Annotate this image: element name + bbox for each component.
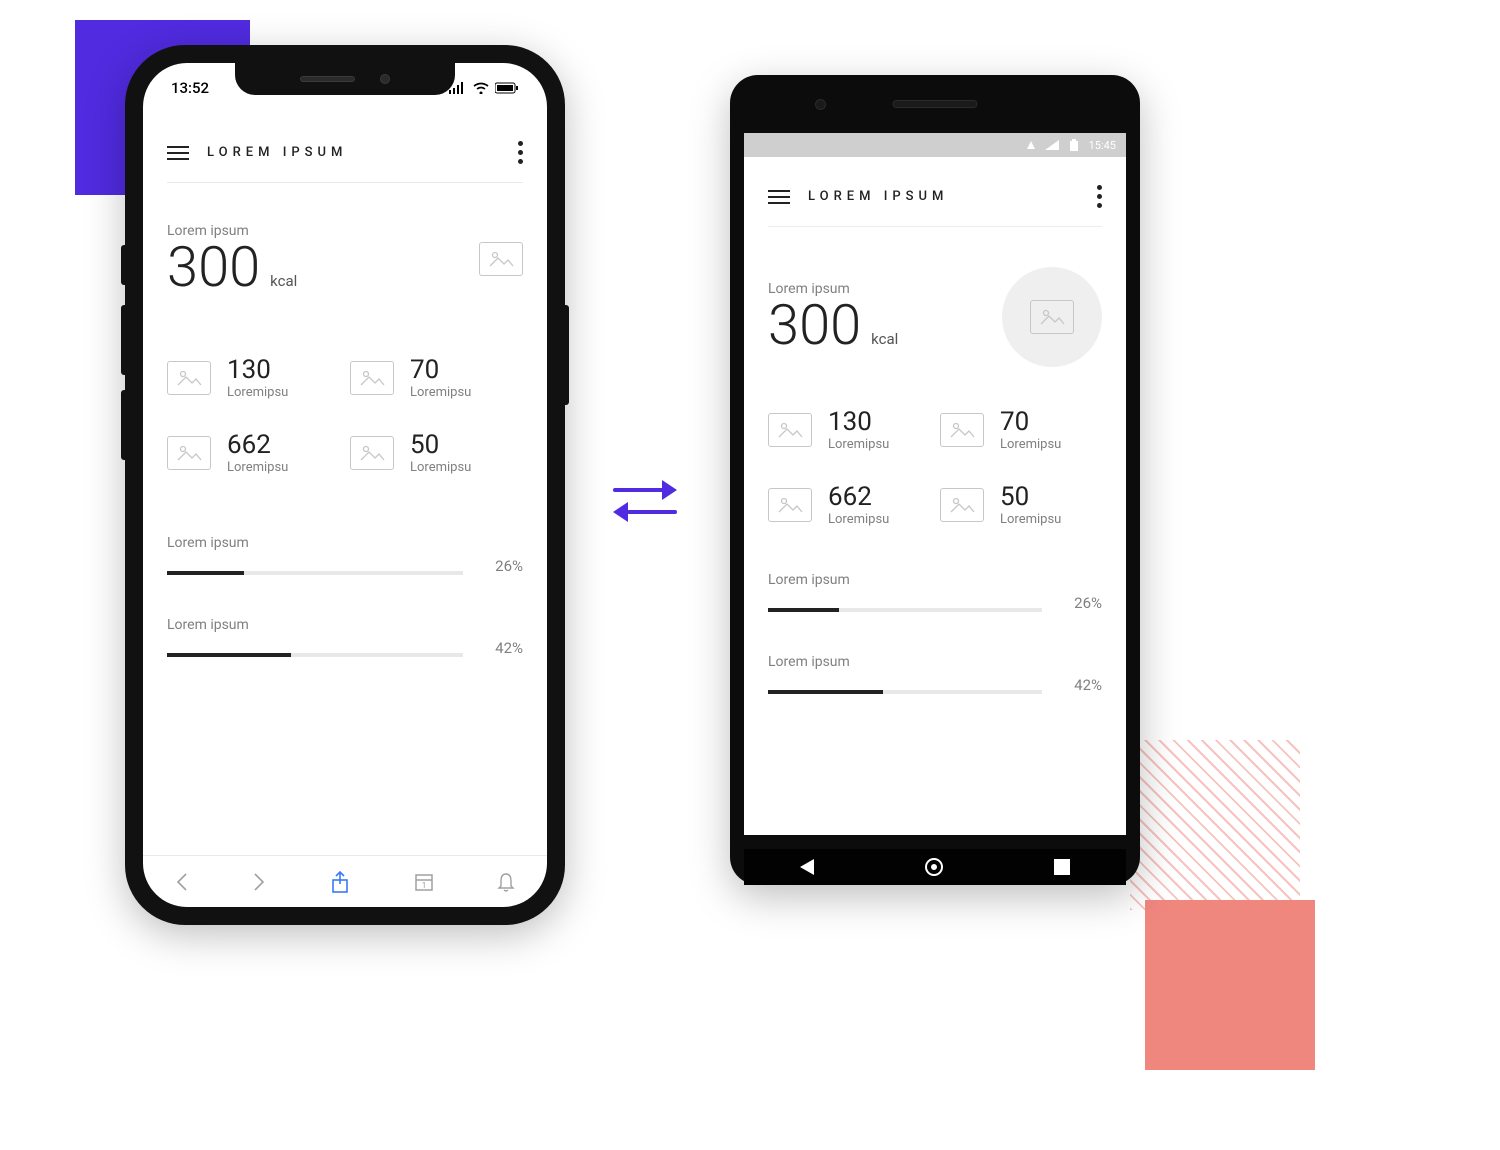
ios-status-bar: 13:52 bbox=[143, 63, 547, 113]
progress-label: Lorem ipsum bbox=[768, 654, 1102, 670]
progress-percent: 26% bbox=[1058, 594, 1102, 612]
wifi-icon bbox=[473, 82, 489, 94]
hero-metric: Lorem ipsum 300 kcal bbox=[167, 183, 523, 295]
image-placeholder-icon bbox=[940, 413, 984, 447]
stat-label: Loremipsu bbox=[828, 512, 889, 527]
hero-value: 300 bbox=[167, 234, 260, 300]
stat-value: 70 bbox=[410, 355, 471, 385]
image-placeholder-icon bbox=[768, 413, 812, 447]
stat-item: 662Loremipsu bbox=[167, 430, 340, 475]
stat-item: 50Loremipsu bbox=[350, 430, 523, 475]
stat-label: Loremipsu bbox=[227, 460, 288, 475]
sync-arrows-icon bbox=[600, 460, 690, 540]
progress-item: Lorem ipsum 26% bbox=[167, 535, 523, 575]
forward-icon[interactable] bbox=[252, 872, 266, 892]
android-recent-icon[interactable] bbox=[1054, 859, 1070, 875]
app-viewport-ios: LOREM IPSUM Lorem ipsum 300 kcal bbox=[143, 113, 547, 857]
signal-icon bbox=[1027, 141, 1035, 149]
signal-icon bbox=[1045, 140, 1059, 150]
progress-label: Lorem ipsum bbox=[167, 617, 523, 633]
image-placeholder-icon bbox=[768, 488, 812, 522]
battery-icon bbox=[495, 82, 519, 94]
android-back-icon[interactable] bbox=[800, 859, 814, 875]
app-title: LOREM IPSUM bbox=[207, 145, 347, 160]
progress-percent: 26% bbox=[479, 557, 523, 575]
stat-item: 130Loremipsu bbox=[768, 407, 930, 452]
stat-value: 662 bbox=[828, 482, 889, 512]
share-icon[interactable] bbox=[330, 870, 350, 894]
more-icon[interactable] bbox=[1097, 185, 1102, 208]
stat-value: 50 bbox=[410, 430, 471, 460]
progress-bar bbox=[768, 608, 1042, 612]
stat-value: 50 bbox=[1000, 482, 1061, 512]
progress-label: Lorem ipsum bbox=[167, 535, 523, 551]
image-placeholder-icon bbox=[479, 242, 523, 276]
battery-icon bbox=[1069, 139, 1079, 151]
progress-item: Lorem ipsum 26% bbox=[768, 572, 1102, 612]
stat-item: 662Loremipsu bbox=[768, 482, 930, 527]
app-title: LOREM IPSUM bbox=[808, 189, 948, 204]
stat-label: Loremipsu bbox=[1000, 437, 1061, 452]
stats-grid: 130Loremipsu 70Loremipsu 662Loremipsu 50… bbox=[167, 355, 523, 475]
hero-unit: kcal bbox=[871, 330, 898, 348]
stat-item: 70Loremipsu bbox=[940, 407, 1102, 452]
bell-icon[interactable] bbox=[497, 872, 515, 892]
progress-list: Lorem ipsum 26% Lorem ipsum 42% bbox=[167, 535, 523, 657]
app-header: LOREM IPSUM bbox=[768, 177, 1102, 227]
image-placeholder-icon bbox=[167, 361, 211, 395]
stat-label: Loremipsu bbox=[1000, 512, 1061, 527]
menu-icon[interactable] bbox=[768, 190, 790, 204]
stats-grid: 130Loremipsu 70Loremipsu 662Loremipsu 50… bbox=[768, 407, 1102, 527]
android-nav-bar bbox=[744, 849, 1126, 885]
ios-time: 13:52 bbox=[171, 79, 209, 97]
stat-value: 130 bbox=[227, 355, 288, 385]
svg-text:1: 1 bbox=[421, 881, 426, 890]
progress-label: Lorem ipsum bbox=[768, 572, 1102, 588]
progress-list: Lorem ipsum 26% Lorem ipsum 42% bbox=[768, 572, 1102, 694]
progress-bar bbox=[768, 690, 1042, 694]
hero-metric: Lorem ipsum 300 kcal bbox=[768, 227, 1102, 367]
hero-value: 300 bbox=[768, 292, 861, 358]
stat-item: 50Loremipsu bbox=[940, 482, 1102, 527]
image-placeholder-icon bbox=[350, 436, 394, 470]
android-device-frame: 15:45 LOREM IPSUM Lorem ipsum 300 kcal bbox=[730, 75, 1140, 885]
avatar-placeholder[interactable] bbox=[1002, 267, 1102, 367]
progress-item: Lorem ipsum 42% bbox=[768, 654, 1102, 694]
stat-label: Loremipsu bbox=[828, 437, 889, 452]
back-icon[interactable] bbox=[175, 872, 189, 892]
progress-percent: 42% bbox=[1058, 676, 1102, 694]
signal-icon bbox=[449, 82, 467, 94]
stat-value: 662 bbox=[227, 430, 288, 460]
calendar-icon[interactable]: 1 bbox=[414, 872, 434, 892]
progress-percent: 42% bbox=[479, 639, 523, 657]
app-viewport-android: LOREM IPSUM Lorem ipsum 300 kcal bbox=[744, 157, 1126, 835]
image-placeholder-icon bbox=[167, 436, 211, 470]
stat-item: 130Loremipsu bbox=[167, 355, 340, 400]
stat-value: 130 bbox=[828, 407, 889, 437]
iphone-screen: 13:52 LOREM IPSUM Lorem ipsum 300 kcal bbox=[143, 63, 547, 907]
stat-label: Loremipsu bbox=[410, 460, 471, 475]
progress-bar bbox=[167, 571, 463, 575]
app-header: LOREM IPSUM bbox=[167, 133, 523, 183]
android-screen: 15:45 LOREM IPSUM Lorem ipsum 300 kcal bbox=[744, 133, 1126, 835]
image-placeholder-icon bbox=[940, 488, 984, 522]
iphone-device-frame: 13:52 LOREM IPSUM Lorem ipsum 300 kcal bbox=[125, 45, 565, 925]
android-home-icon[interactable] bbox=[925, 858, 943, 876]
ios-bottom-toolbar: 1 bbox=[143, 855, 547, 907]
stat-item: 70Loremipsu bbox=[350, 355, 523, 400]
menu-icon[interactable] bbox=[167, 146, 189, 160]
decorative-stripes bbox=[1130, 740, 1300, 910]
more-icon[interactable] bbox=[518, 141, 523, 164]
progress-bar bbox=[167, 653, 463, 657]
stat-label: Loremipsu bbox=[410, 385, 471, 400]
image-placeholder-icon bbox=[1030, 300, 1074, 334]
stat-label: Loremipsu bbox=[227, 385, 288, 400]
progress-item: Lorem ipsum 42% bbox=[167, 617, 523, 657]
decorative-coral-square bbox=[1145, 900, 1315, 1070]
android-status-bar: 15:45 bbox=[744, 133, 1126, 157]
image-placeholder-icon bbox=[350, 361, 394, 395]
stat-value: 70 bbox=[1000, 407, 1061, 437]
hero-unit: kcal bbox=[270, 272, 297, 290]
android-time: 15:45 bbox=[1089, 139, 1116, 152]
